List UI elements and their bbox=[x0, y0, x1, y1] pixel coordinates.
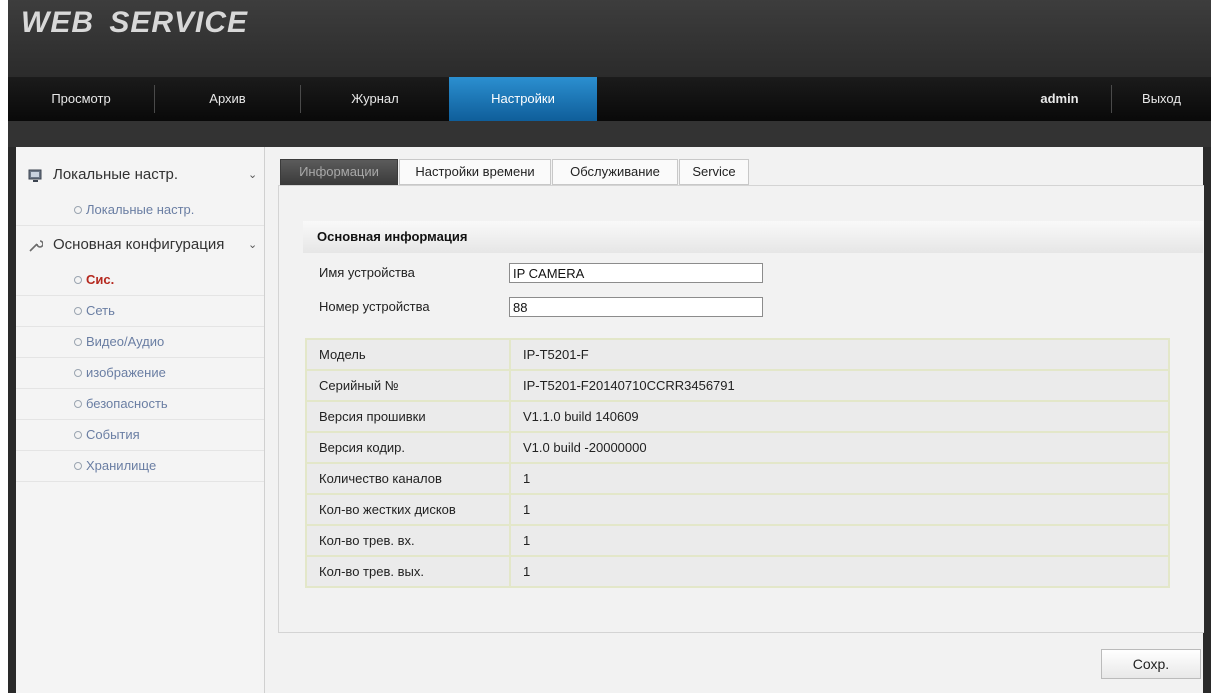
device-number-input[interactable] bbox=[509, 297, 763, 317]
device-name-label: Имя устройства bbox=[319, 265, 415, 280]
table-row: Версия кодир. V1.0 build -20000000 bbox=[305, 431, 1170, 464]
tab-time-settings[interactable]: Настройки времени bbox=[399, 159, 551, 185]
nav-journal[interactable]: Журнал bbox=[301, 77, 449, 121]
sidebar-item-security[interactable]: безопасность bbox=[16, 389, 264, 420]
info-value: IP-T5201-F20140710CCRR3456791 bbox=[509, 369, 1170, 402]
table-row: Кол-во трев. вых. 1 bbox=[305, 555, 1170, 588]
info-key: Версия прошивки bbox=[305, 400, 511, 433]
bullet-icon bbox=[74, 338, 82, 346]
info-key: Кол-во трев. вх. bbox=[305, 524, 511, 557]
info-key: Версия кодир. bbox=[305, 431, 511, 464]
info-value: 1 bbox=[509, 493, 1170, 526]
main-nav: Просмотр Архив Журнал Настройки admin Вы… bbox=[8, 77, 1211, 121]
sidebar-item-video-audio[interactable]: Видео/Аудио bbox=[16, 327, 264, 358]
info-value: 1 bbox=[509, 524, 1170, 557]
sidebar-item-label: Сис. bbox=[86, 272, 115, 287]
bullet-icon bbox=[74, 276, 82, 284]
sidebar-item-network[interactable]: Сеть bbox=[16, 296, 264, 327]
settings-main: Информации Настройки времени Обслуживани… bbox=[278, 147, 1204, 693]
info-value: IP-T5201-F bbox=[509, 338, 1170, 371]
header-bar: WEB SERVICE bbox=[8, 0, 1211, 77]
tab-service[interactable]: Service bbox=[679, 159, 749, 185]
chevron-down-icon: ⌄ bbox=[248, 239, 258, 251]
bullet-icon bbox=[74, 369, 82, 377]
tab-information[interactable]: Информации bbox=[280, 159, 398, 185]
content-area: Локальные настр. ⌄ Локальные настр. Осно… bbox=[16, 147, 1204, 693]
info-key: Кол-во жестких дисков bbox=[305, 493, 511, 526]
nav-view[interactable]: Просмотр bbox=[8, 77, 154, 121]
sidebar-item-local-settings[interactable]: Локальные настр. bbox=[16, 195, 264, 226]
sidebar-item-label: События bbox=[86, 427, 140, 442]
info-value: V1.0 build -20000000 bbox=[509, 431, 1170, 464]
table-row: Кол-во трев. вх. 1 bbox=[305, 524, 1170, 557]
nav-shadow-strip bbox=[8, 121, 1211, 147]
info-value: 1 bbox=[509, 555, 1170, 588]
section-header: Основная информация bbox=[303, 221, 1203, 253]
device-name-input[interactable] bbox=[509, 263, 763, 283]
bullet-icon bbox=[74, 462, 82, 470]
device-info-table: Модель IP-T5201-F Серийный № IP-T5201-F201… bbox=[305, 338, 1170, 588]
section-title: Основная информация bbox=[317, 229, 468, 244]
info-key: Модель bbox=[305, 338, 511, 371]
monitor-icon bbox=[28, 169, 42, 182]
sidebar-item-storage[interactable]: Хранилище bbox=[16, 451, 264, 482]
info-key: Серийный № bbox=[305, 369, 511, 402]
logout-button[interactable]: Выход bbox=[1112, 77, 1211, 121]
nav-settings[interactable]: Настройки bbox=[449, 77, 597, 121]
sidebar-group-label: Локальные настр. bbox=[53, 166, 179, 183]
app-logo: WEB SERVICE bbox=[21, 6, 249, 39]
save-button[interactable]: Сохр. bbox=[1101, 649, 1201, 679]
bullet-icon bbox=[74, 206, 82, 214]
sidebar-item-label: Хранилище bbox=[86, 458, 157, 473]
tab-maintenance[interactable]: Обслуживание bbox=[552, 159, 678, 185]
table-row: Модель IP-T5201-F bbox=[305, 338, 1170, 371]
bullet-icon bbox=[74, 431, 82, 439]
info-key: Кол-во трев. вых. bbox=[305, 555, 511, 588]
sidebar-item-system[interactable]: Сис. bbox=[16, 265, 264, 296]
bullet-icon bbox=[74, 307, 82, 315]
device-number-label: Номер устройства bbox=[319, 299, 430, 314]
table-row: Серийный № IP-T5201-F20140710CCRR3456791 bbox=[305, 369, 1170, 402]
sidebar-group-local[interactable]: Локальные настр. ⌄ bbox=[16, 159, 264, 191]
sidebar-group-basic-config[interactable]: Основная конфигурация ⌄ bbox=[16, 229, 264, 261]
table-row: Версия прошивки V1.1.0 build 140609 bbox=[305, 400, 1170, 433]
sidebar-item-image[interactable]: изображение bbox=[16, 358, 264, 389]
sidebar-item-label: Сеть bbox=[86, 303, 115, 318]
sidebar-item-events[interactable]: События bbox=[16, 420, 264, 451]
bullet-icon bbox=[74, 400, 82, 408]
sidebar-item-label: безопасность bbox=[86, 396, 168, 411]
sidebar-item-label: Видео/Аудио bbox=[86, 334, 165, 349]
wrench-icon bbox=[29, 240, 43, 252]
info-value: V1.1.0 build 140609 bbox=[509, 400, 1170, 433]
table-row: Кол-во жестких дисков 1 bbox=[305, 493, 1170, 526]
sidebar-group-label: Основная конфигурация bbox=[53, 236, 225, 253]
sidebar-item-label: изображение bbox=[86, 365, 166, 380]
table-row: Количество каналов 1 bbox=[305, 462, 1170, 495]
chevron-down-icon: ⌄ bbox=[248, 169, 258, 181]
sidebar-item-label: Локальные настр. bbox=[86, 202, 195, 217]
current-user: admin bbox=[1040, 91, 1079, 106]
info-panel: Основная информация Имя устройства Номер… bbox=[278, 185, 1204, 633]
info-key: Количество каналов bbox=[305, 462, 511, 495]
settings-sidebar: Локальные настр. ⌄ Локальные настр. Осно… bbox=[16, 147, 265, 693]
info-value: 1 bbox=[509, 462, 1170, 495]
nav-archive[interactable]: Архив bbox=[155, 77, 300, 121]
